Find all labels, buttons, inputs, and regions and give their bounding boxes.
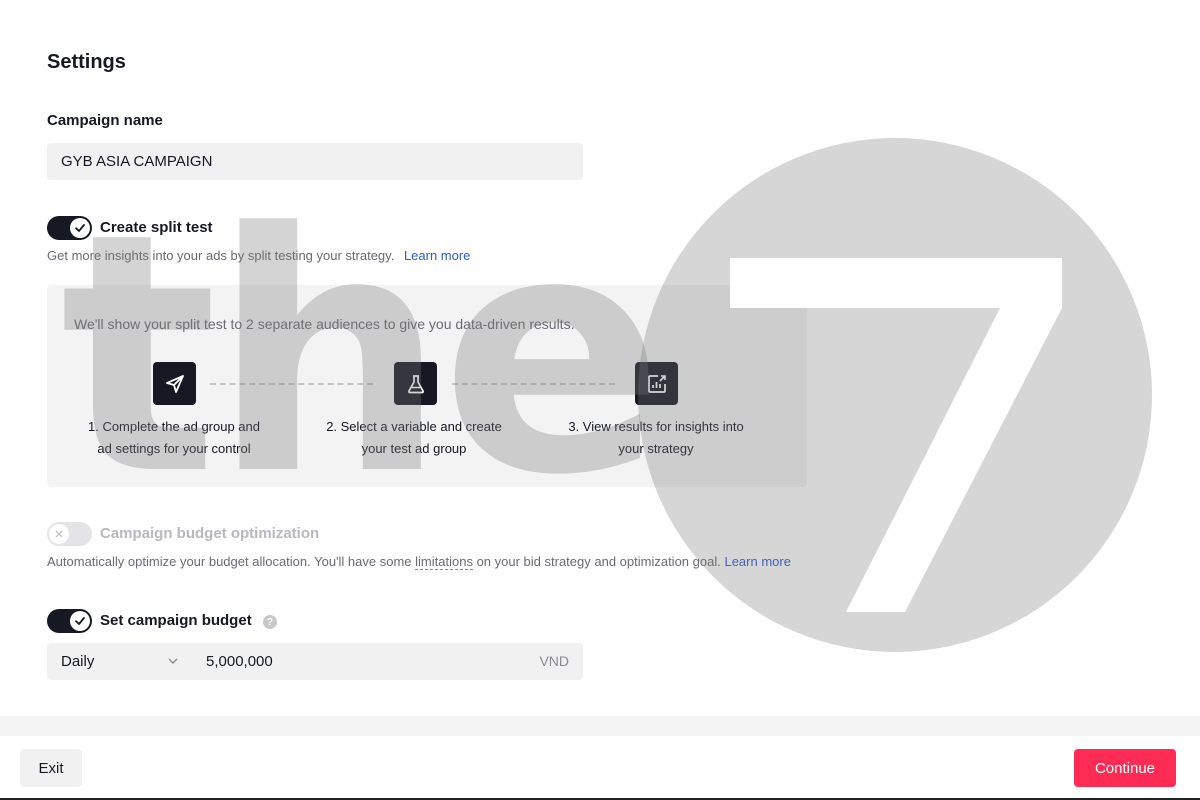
split-test-label: Create split test (100, 219, 213, 236)
close-icon (55, 530, 63, 538)
campaign-name-label: Campaign name (47, 112, 163, 129)
budget-period-select[interactable]: Daily (61, 653, 94, 670)
budget-amount-input[interactable]: 5,000,000 (206, 653, 273, 670)
chart-export-icon (635, 362, 678, 405)
footer-bar: Exit Continue (0, 736, 1200, 800)
flask-icon (394, 362, 437, 405)
send-icon (153, 362, 196, 405)
limitations-link[interactable]: limitations (415, 554, 473, 570)
budget-input-row: Daily 5,000,000 VND (47, 643, 583, 680)
split-test-description: Get more insights into your ads by split… (47, 248, 395, 263)
help-icon[interactable]: ? (263, 615, 277, 629)
budget-toggle[interactable] (47, 609, 92, 633)
continue-button[interactable]: Continue (1074, 749, 1176, 787)
split-test-learn-more-link[interactable]: Learn more (404, 248, 470, 263)
check-icon (75, 224, 85, 232)
step-2-text: 2. Select a variable and create your tes… (326, 419, 502, 456)
check-icon (75, 617, 85, 625)
cbo-label: Campaign budget optimization (100, 525, 320, 542)
step-3-text: 3. View results for insights into your s… (568, 419, 744, 456)
cbo-description: Automatically optimize your budget alloc… (47, 554, 412, 569)
cbo-description-cont: on your bid strategy and optimization go… (476, 554, 721, 569)
step-1-text: 1. Complete the ad group and ad settings… (87, 419, 260, 456)
cbo-toggle[interactable] (47, 522, 92, 546)
settings-heading: Settings (47, 51, 126, 73)
toggle-knob (70, 611, 90, 631)
footer-divider (0, 716, 1200, 736)
cbo-learn-more-link[interactable]: Learn more (724, 554, 790, 569)
budget-label: Set campaign budget (100, 612, 252, 629)
campaign-name-input[interactable] (47, 143, 583, 180)
step-connector (452, 383, 615, 385)
step-connector (210, 383, 373, 385)
chevron-down-icon[interactable] (167, 655, 179, 667)
split-test-explainer: We'll show your split test to 2 separate… (47, 285, 807, 487)
split-test-intro: We'll show your split test to 2 separate… (74, 316, 575, 332)
toggle-knob (49, 524, 69, 544)
currency-label: VND (539, 653, 569, 669)
split-test-toggle[interactable] (47, 216, 92, 240)
exit-button[interactable]: Exit (20, 749, 82, 787)
toggle-knob (70, 218, 90, 238)
